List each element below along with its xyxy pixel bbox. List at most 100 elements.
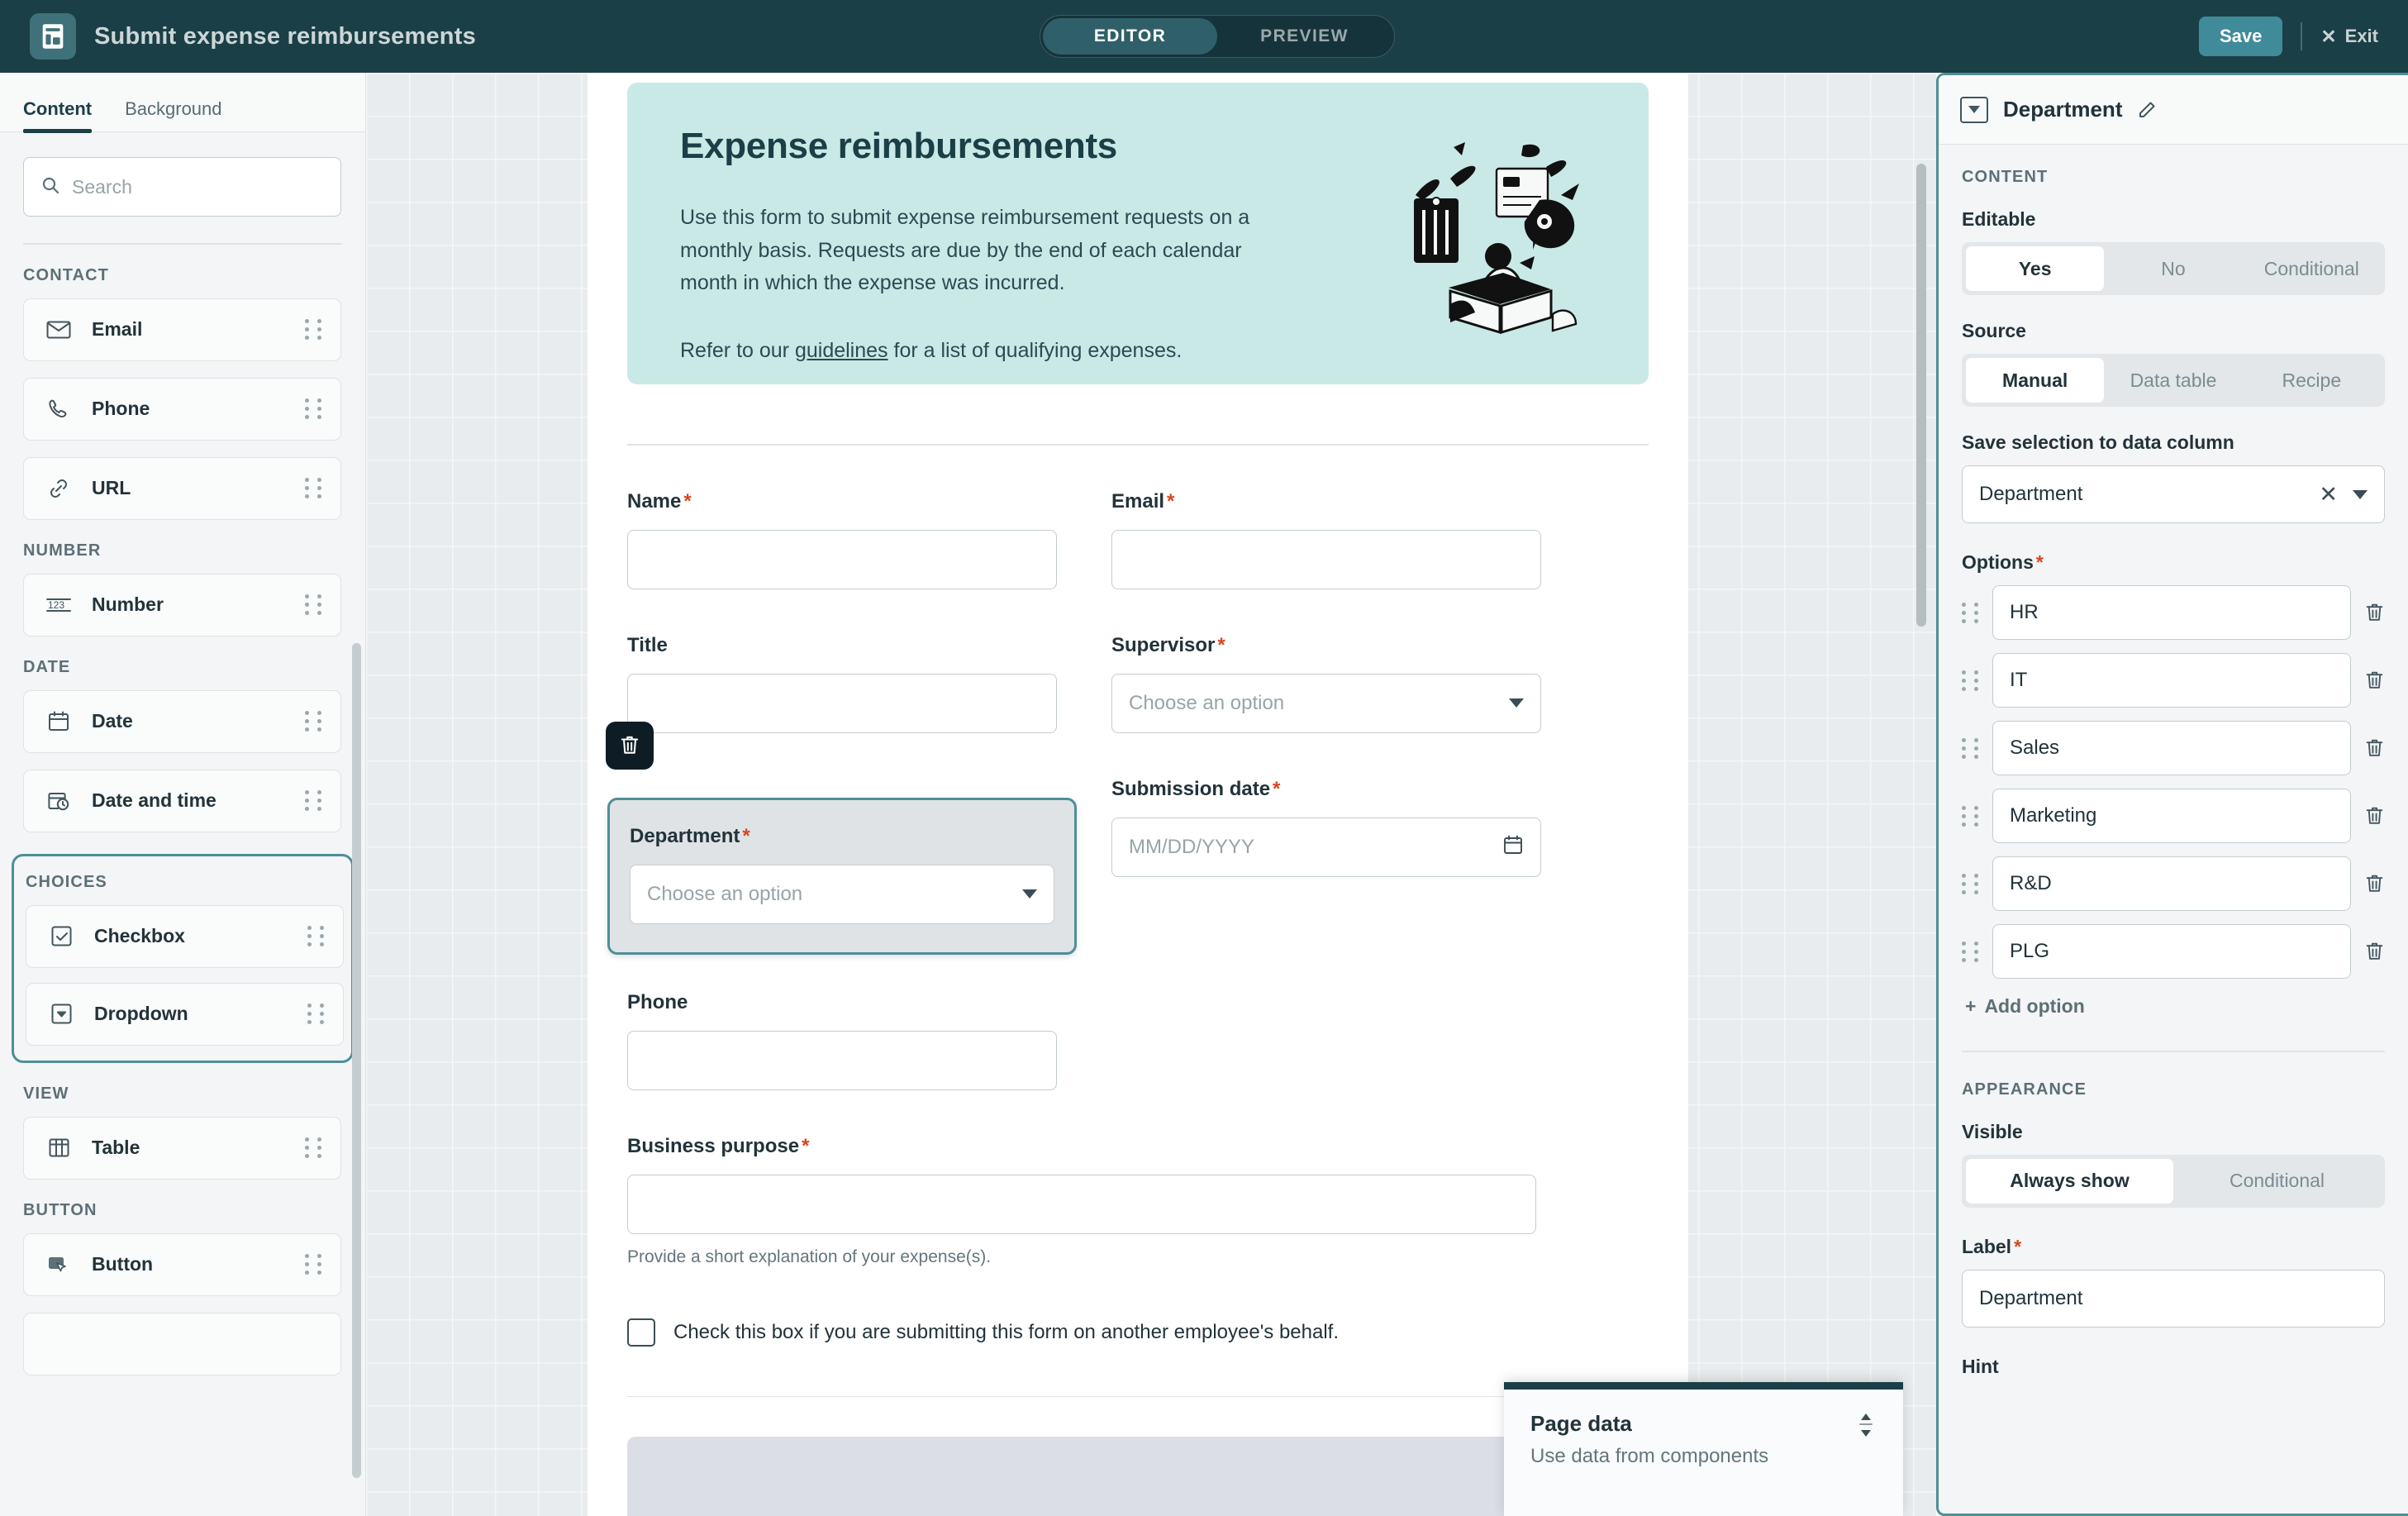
email-input[interactable] xyxy=(1111,529,1541,589)
editable-option-conditional[interactable]: Conditional xyxy=(2243,246,2381,291)
drag-handle-icon[interactable] xyxy=(307,1004,325,1024)
data-column-select[interactable]: Department ✕ xyxy=(1962,465,2385,523)
option-input[interactable] xyxy=(1992,653,2351,708)
drag-handle-icon[interactable] xyxy=(1962,737,1979,759)
left-sidebar: Content Background CONTACT Email xyxy=(0,73,366,1516)
tab-background[interactable]: Background xyxy=(125,98,221,131)
field-label: Department * xyxy=(630,825,1054,848)
sidebar-group-view-label: VIEW xyxy=(23,1084,69,1103)
sidebar-item-number[interactable]: 123 Number xyxy=(23,573,341,636)
option-input[interactable] xyxy=(1992,585,2351,640)
department-dropdown[interactable]: Choose an option xyxy=(630,864,1054,924)
drag-handle-icon[interactable] xyxy=(305,319,322,340)
drag-handle-icon[interactable] xyxy=(1962,602,1979,623)
tab-preview[interactable]: PREVIEW xyxy=(1217,18,1392,55)
form-row-3: Department * Choose an option Submission … xyxy=(606,721,1649,955)
trash-icon[interactable] xyxy=(2364,873,2385,894)
drag-handle-icon[interactable] xyxy=(305,711,322,732)
guidelines-link[interactable]: guidelines xyxy=(795,339,888,362)
drag-handle-icon[interactable] xyxy=(305,398,322,419)
visible-option-always-show[interactable]: Always show xyxy=(1966,1158,2173,1204)
editable-option-yes[interactable]: Yes xyxy=(1966,246,2105,291)
visible-option-conditional[interactable]: Conditional xyxy=(2173,1159,2381,1204)
source-option-data-table[interactable]: Data table xyxy=(2104,358,2242,403)
trash-icon[interactable] xyxy=(2364,941,2385,962)
add-option-button[interactable]: + Add option xyxy=(1965,995,2385,1018)
trash-icon[interactable] xyxy=(2364,670,2385,691)
drag-handle-icon[interactable] xyxy=(1962,805,1979,827)
dropdown-icon xyxy=(1960,96,1988,123)
resize-vertical-icon[interactable] xyxy=(1857,1413,1875,1437)
sidebar-item-date[interactable]: Date xyxy=(23,689,341,753)
settings-panel-title: Department xyxy=(2003,97,2123,122)
title-input[interactable] xyxy=(627,673,1057,733)
mode-toggle[interactable]: EDITOR PREVIEW xyxy=(1040,15,1395,58)
option-input[interactable] xyxy=(1992,856,2351,911)
drag-handle-icon[interactable] xyxy=(305,478,322,498)
sidebar-item-dropdown[interactable]: Dropdown xyxy=(26,982,344,1046)
option-input[interactable] xyxy=(1992,721,2351,775)
sidebar-item-date-and-time[interactable]: Date and time xyxy=(23,769,341,832)
table-icon xyxy=(42,1137,75,1159)
supervisor-dropdown[interactable]: Choose an option xyxy=(1111,673,1541,733)
option-input[interactable] xyxy=(1992,789,2351,843)
trash-icon[interactable] xyxy=(2364,805,2385,827)
drag-handle-icon[interactable] xyxy=(305,790,322,811)
phone-input[interactable] xyxy=(627,1030,1057,1090)
drag-handle-icon[interactable] xyxy=(1962,941,1979,962)
field-label: Supervisor * xyxy=(1111,634,1541,657)
sidebar-item-partial[interactable] xyxy=(23,1312,341,1375)
chevron-down-icon[interactable] xyxy=(2353,489,2368,499)
drag-handle-icon[interactable] xyxy=(305,1137,322,1158)
pencil-icon[interactable] xyxy=(2137,100,2157,120)
sidebar-item-phone[interactable]: Phone xyxy=(23,377,341,441)
sidebar-group-contact-label: CONTACT xyxy=(23,265,109,284)
sidebar-item-table[interactable]: Table xyxy=(23,1116,341,1180)
drag-handle-icon[interactable] xyxy=(1962,670,1979,691)
behalf-checkbox[interactable] xyxy=(627,1318,655,1347)
page-data-panel[interactable]: Page data Use data from components xyxy=(1504,1382,1903,1516)
drag-handle-icon[interactable] xyxy=(1962,873,1979,894)
sidebar-item-button[interactable]: Button xyxy=(23,1232,341,1296)
close-icon[interactable]: ✕ xyxy=(2319,483,2338,506)
save-button[interactable]: Save xyxy=(2198,17,2283,56)
delete-component-button[interactable] xyxy=(606,721,654,770)
exit-button[interactable]: ✕ Exit xyxy=(2320,26,2378,47)
tab-editor[interactable]: EDITOR xyxy=(1043,18,1217,55)
editable-segmented-control[interactable]: Yes No Conditional xyxy=(1962,242,2385,295)
calendar-icon[interactable] xyxy=(1502,834,1524,860)
trash-icon[interactable] xyxy=(2364,737,2385,759)
business-purpose-input[interactable] xyxy=(627,1174,1536,1234)
tab-content[interactable]: Content xyxy=(23,98,93,133)
sidebar-item-url[interactable]: URL xyxy=(23,456,341,520)
behalf-checkbox-row[interactable]: Check this box if you are submitting thi… xyxy=(627,1318,1649,1347)
option-input[interactable] xyxy=(1992,924,2351,979)
drag-handle-icon[interactable] xyxy=(305,1254,322,1275)
label-input[interactable] xyxy=(1962,1269,2385,1328)
search-input[interactable] xyxy=(72,175,324,198)
sidebar-group-date-label: DATE xyxy=(23,657,71,676)
field-name: Name * xyxy=(627,490,1057,589)
form-submit-area[interactable] xyxy=(627,1437,1649,1516)
canvas-scrollbar[interactable] xyxy=(1916,164,1926,627)
visible-segmented-control[interactable]: Always show Conditional xyxy=(1962,1154,2385,1208)
name-input[interactable] xyxy=(627,529,1057,589)
drag-handle-icon[interactable] xyxy=(305,594,322,615)
source-option-recipe[interactable]: Recipe xyxy=(2243,358,2381,403)
field-label: Email * xyxy=(1111,490,1541,513)
source-segmented-control[interactable]: Manual Data table Recipe xyxy=(1962,354,2385,407)
sidebar-item-email[interactable]: Email xyxy=(23,298,341,361)
selected-component-department[interactable]: Department * Choose an option xyxy=(607,797,1077,955)
required-asterisk: * xyxy=(683,489,692,512)
drag-handle-icon[interactable] xyxy=(307,926,325,946)
sidebar-scrollbar[interactable] xyxy=(352,643,361,1478)
search-box[interactable] xyxy=(23,157,341,217)
required-asterisk: * xyxy=(1273,777,1281,800)
field-submission-date: Submission date * MM/DD/YYYY xyxy=(1111,778,1541,946)
trash-icon[interactable] xyxy=(2364,602,2385,623)
source-option-manual[interactable]: Manual xyxy=(1966,358,2105,403)
editable-option-no[interactable]: No xyxy=(2104,246,2242,291)
submission-date-input[interactable]: MM/DD/YYYY xyxy=(1111,817,1541,877)
field-label: Phone xyxy=(627,990,688,1013)
sidebar-item-checkbox[interactable]: Checkbox xyxy=(26,904,344,968)
